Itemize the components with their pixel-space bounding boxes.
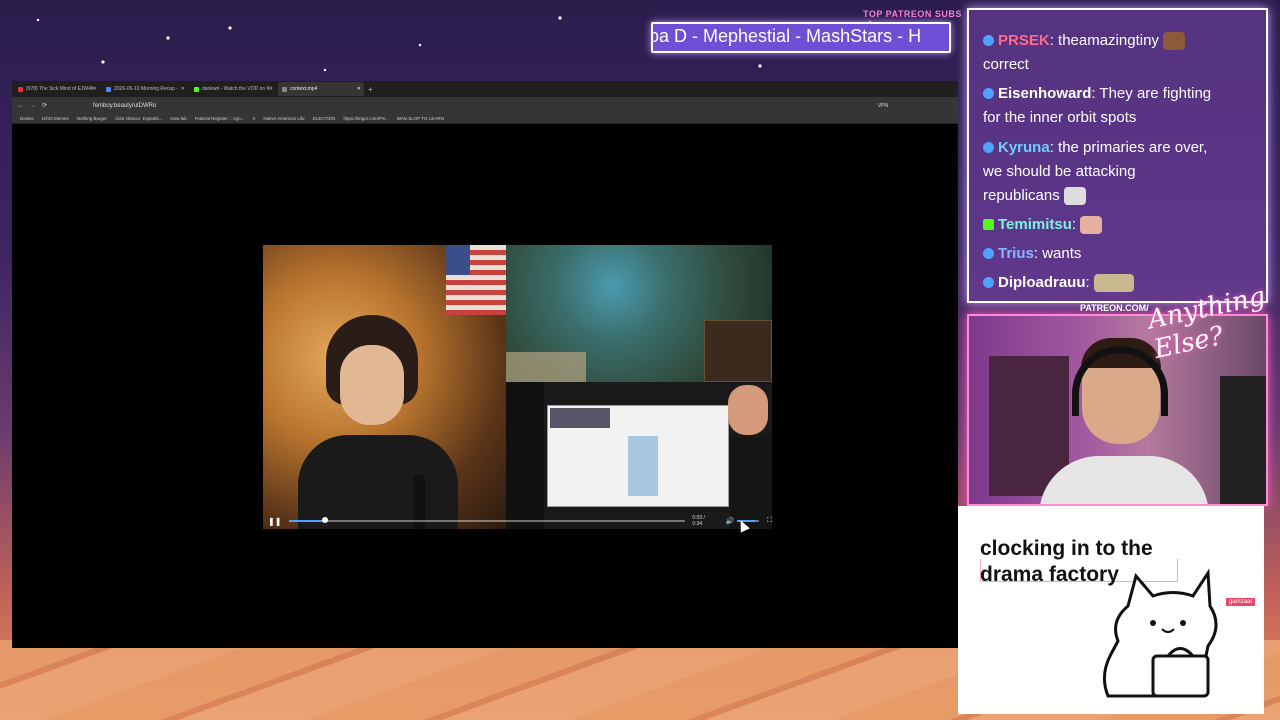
flag-decoration <box>446 245 506 315</box>
pause-icon[interactable]: ❚❚ <box>268 517 281 526</box>
game-screen-feed <box>506 245 772 382</box>
chat-badge-icon <box>983 248 994 259</box>
chat-text: : the primaries are over, <box>1049 139 1208 156</box>
new-tab-button[interactable]: + <box>368 85 373 94</box>
chat-text: : wants <box>1033 245 1082 262</box>
vpn-badge[interactable]: VPN <box>878 103 888 109</box>
tab-context-video[interactable]: context.mp4 ✕ <box>278 82 364 96</box>
chat-message: PRSEK: theamazingtiny correct <box>983 29 1258 77</box>
fullscreen-icon[interactable]: ⛶ <box>767 517 772 525</box>
close-icon[interactable]: ✕ <box>181 86 185 92</box>
chat-text: for the inner orbit spots <box>983 109 1137 126</box>
nav-buttons[interactable]: ←→⟳ <box>18 102 53 109</box>
bookmark-item[interactable]: Clair Obscur: Expediti... <box>115 116 162 121</box>
cat-drawing-icon <box>1103 568 1218 698</box>
bookmark-item[interactable]: Nothing Burger <box>77 116 107 121</box>
emote-icon <box>1080 216 1103 235</box>
seek-bar-fill <box>289 520 326 522</box>
stream-screen-feed <box>506 382 772 529</box>
bookmark-item[interactable]: WAN SLOP TO LEARN <box>397 116 444 121</box>
kick-icon <box>194 86 199 92</box>
chat-badge-icon <box>983 142 994 153</box>
emote-icon <box>1163 32 1186 51</box>
video-file-icon <box>282 86 287 92</box>
emote-icon <box>1063 187 1086 206</box>
chat-username: Trius <box>998 245 1034 262</box>
tab-label: 2026-06-10 Morning Recap - <box>114 86 178 92</box>
chat-text: republicans <box>983 187 1060 204</box>
kick-badge-icon <box>983 219 994 230</box>
close-icon[interactable]: ✕ <box>93 86 97 92</box>
bookmark-item[interactable]: Dailies <box>20 116 34 121</box>
streamer-webcam-feed <box>263 245 506 529</box>
tab-label: (978) The Sick Mind of EJW4K <box>26 86 95 92</box>
patreon-ticker: oa D - Mephestial - MashStars - H <box>651 22 951 53</box>
status-note-panel: clocking in to the drama factory gamzaar <box>958 506 1264 714</box>
bookmark-item[interactable]: Native American Libr <box>263 116 305 121</box>
youtube-icon <box>18 86 23 92</box>
tab-label: dankwrl - Watch the VOD on K <box>202 86 270 92</box>
url-field[interactable]: femboy.beauty/utDWRo <box>93 103 156 109</box>
tab-label: context.mp4 <box>290 86 318 92</box>
top-patreon-label: TOP PATREON SUBS <box>863 9 962 19</box>
bookmark-item[interactable]: https://imgur.com/PS... <box>343 116 388 121</box>
chat-username: Diploadrauu <box>998 274 1086 291</box>
bookmarks-bar: Dailies 10/10 Memes Nothing Burger Clair… <box>12 114 958 124</box>
user-tag: gamzaar <box>1226 598 1256 606</box>
browser-window: (978) The Sick Mind of EJW4K ✕ 2026-06-1… <box>12 81 958 648</box>
seek-knob[interactable] <box>322 517 329 523</box>
chat-text: : theamazingtiny <box>1049 32 1159 49</box>
tab-bar: (978) The Sick Mind of EJW4K ✕ 2026-06-1… <box>12 81 958 97</box>
chat-message: Trius: wants <box>983 242 1258 266</box>
chat-text: : <box>1071 216 1077 233</box>
address-bar: ←→⟳ femboy.beauty/utDWRo VPN <box>12 97 958 114</box>
chat-username: PRSEK <box>998 32 1050 49</box>
chat-message: Kyruna: the primaries are over, we shoul… <box>983 136 1258 208</box>
chat-text: : <box>1085 274 1090 291</box>
chat-overlay: PRSEK: theamazingtiny correct Eisenhowar… <box>967 8 1268 303</box>
bookmark-item[interactable]: X <box>252 116 255 121</box>
streamer-figure <box>298 315 458 529</box>
bookmark-item[interactable]: Now lab <box>170 116 186 121</box>
bookmark-item[interactable]: ELECTION <box>313 116 336 121</box>
chat-username: Temimitsu <box>998 216 1072 233</box>
bookmark-item[interactable]: Federal Register :: Ago... <box>195 116 245 121</box>
patreon-label: PATREON.COM/ <box>1080 303 1149 313</box>
doc-icon <box>106 86 111 92</box>
chat-message: Eisenhoward: They are fighting for the i… <box>983 82 1258 130</box>
time-display: 0:03 / 0:34 <box>692 515 705 527</box>
seek-bar[interactable] <box>289 517 686 523</box>
chat-badge-icon <box>983 88 994 99</box>
chat-badge-icon <box>983 277 994 288</box>
close-icon[interactable]: ✕ <box>269 86 273 92</box>
chat-message: Temimitsu: <box>983 213 1258 237</box>
video-controls: ❚❚ 0:03 / 0:34 🔊 ⛶ <box>263 513 772 529</box>
chat-text: correct <box>983 56 1029 73</box>
bookmark-item[interactable]: 10/10 Memes <box>42 116 69 121</box>
chat-badge-icon <box>983 35 994 46</box>
chat-text: we should be attacking <box>983 163 1136 180</box>
tab-kick[interactable]: dankwrl - Watch the VOD on K ✕ <box>190 82 276 96</box>
tab-youtube[interactable]: (978) The Sick Mind of EJW4K ✕ <box>14 82 100 96</box>
video-player[interactable] <box>263 245 772 529</box>
chat-username: Kyruna <box>998 139 1050 156</box>
close-icon[interactable]: ✕ <box>357 86 361 92</box>
ticker-text: oa D - Mephestial - MashStars - H <box>651 26 922 46</box>
chat-text: : They are fighting <box>1091 85 1212 102</box>
volume-icon[interactable]: 🔊 <box>726 517 735 525</box>
tab-recap[interactable]: 2026-06-10 Morning Recap - ✕ <box>102 82 188 96</box>
emote-icon <box>1093 274 1134 293</box>
chat-username: Eisenhoward <box>998 85 1092 102</box>
